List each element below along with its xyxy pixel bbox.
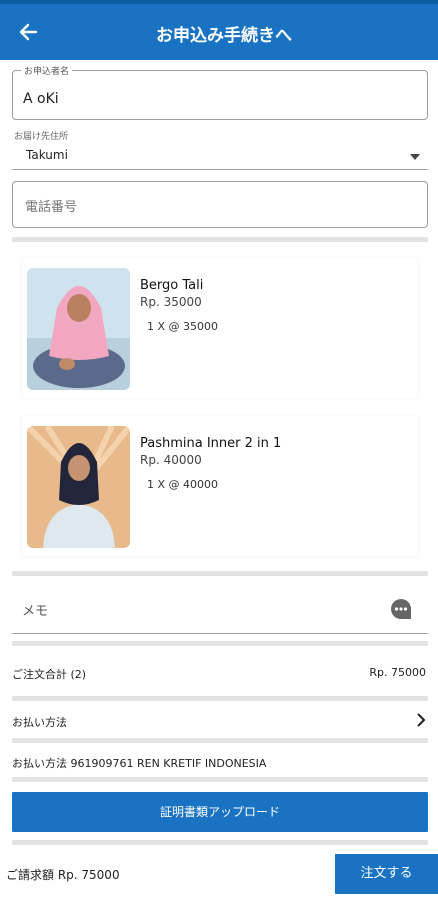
memo-field[interactable]: メモ [12,586,428,634]
cart-item[interactable]: Pashmina Inner 2 in 1 Rp. 40000 1 X @ 40… [22,416,418,556]
payment-method-label: お払い方法 [12,716,67,729]
address-label: お届け先住所 [14,132,69,142]
product-quantity: 1 X @ 40000 [147,478,219,491]
product-name: Pashmina Inner 2 in 1 [140,436,282,451]
checkout-footer: ご請求額 Rp. 75000 注文する [0,850,438,894]
product-price: Rp. 40000 [140,453,202,467]
memo-placeholder: メモ [22,604,49,619]
payment-detail: お払い方法 961909761 REN KRETIF INDONESIA [12,757,267,770]
payment-method-row[interactable]: お払い方法 [12,712,428,732]
subtotal-row: ご注文合計 (2) Rp. 75000 [12,666,428,682]
grand-total: ご請求額 Rp. 75000 [6,868,120,882]
dropdown-caret-icon [410,154,420,160]
subtotal-value: Rp. 75000 [369,666,426,679]
divider [12,571,428,576]
place-order-button[interactable]: 注文する [335,854,438,894]
divider [12,777,428,782]
product-price: Rp. 35000 [140,295,202,309]
chat-bubble-icon[interactable] [390,598,412,620]
phone-placeholder: 電話番号 [25,200,78,215]
address-value: Takumi [26,148,68,162]
app-bar: お申込み手続きへ [0,4,438,60]
address-dropdown[interactable]: Takumi [12,144,428,170]
divider [12,237,428,242]
page-title: お申込み手続きへ [156,26,292,46]
product-image [27,268,130,390]
divider [12,738,428,743]
cart-item[interactable]: Bergo Tali Rp. 35000 1 X @ 35000 [22,258,418,398]
divider [12,840,428,845]
product-image [27,426,130,548]
product-quantity: 1 X @ 35000 [147,320,219,333]
subtotal-label: ご注文合計 (2) [12,668,87,681]
upload-documents-button[interactable]: 証明書類アップロード [12,792,428,832]
applicant-name-field[interactable]: お申込者名 A oKi [12,64,428,120]
phone-field[interactable]: 電話番号 [12,181,428,228]
divider [12,641,428,646]
divider [12,696,428,701]
applicant-name-label: お申込者名 [21,64,73,77]
chevron-right-icon [416,712,426,731]
product-name: Bergo Tali [140,278,204,293]
applicant-name-value: A oKi [23,91,59,107]
